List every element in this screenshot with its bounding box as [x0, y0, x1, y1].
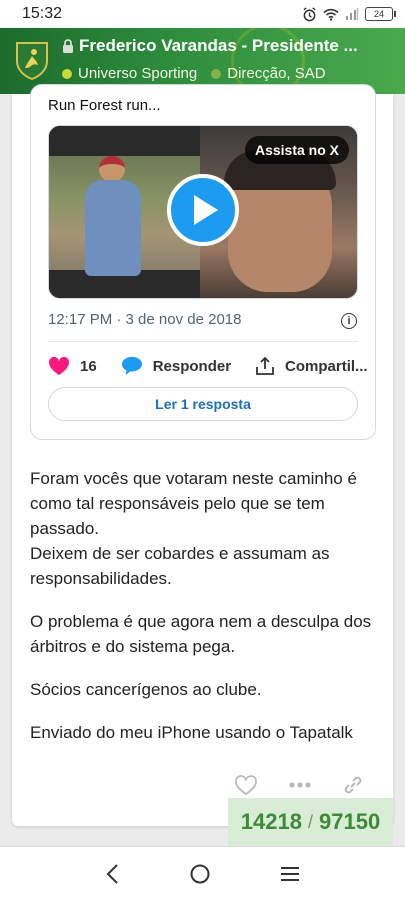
topic-title-row[interactable]: Frederico Varandas - Presidente ...: [62, 36, 397, 56]
status-bar: 15:32 24: [0, 0, 405, 28]
topic-breadcrumb: Universo Sporting Direcção, SAD: [62, 65, 326, 82]
wifi-icon: [323, 8, 339, 21]
alarm-icon: [303, 6, 316, 21]
club-logo-icon[interactable]: [14, 40, 50, 80]
home-icon[interactable]: [189, 863, 211, 885]
share-action[interactable]: Compartil...: [255, 356, 368, 376]
counter-current: 14218: [240, 809, 302, 834]
tweet-divider: [48, 341, 358, 342]
like-count: 16: [80, 357, 97, 375]
topic-title: Frederico Varandas - Presidente ...: [79, 36, 358, 55]
back-icon[interactable]: [104, 863, 122, 885]
system-nav-bar: [0, 846, 405, 900]
post-counter[interactable]: 14218 / 97150: [228, 798, 393, 846]
share-icon: [256, 356, 274, 375]
subforum-dot: [62, 68, 72, 79]
play-button[interactable]: [167, 174, 239, 246]
heart-icon: [48, 356, 70, 376]
speech-bubble-icon: [121, 356, 142, 376]
category-link[interactable]: Direcção, SAD: [227, 65, 325, 82]
counter-total: 97150: [319, 809, 381, 834]
status-icons: 24: [302, 6, 396, 22]
info-icon[interactable]: i: [341, 313, 357, 329]
lock-icon: [63, 39, 73, 53]
battery-icon: 24: [365, 7, 396, 21]
post-paragraph: Foram vocês que votaram neste caminho é …: [30, 469, 357, 588]
post-paragraph: O problema é que agora nem a desculpa do…: [30, 612, 372, 656]
reply-label: Responder: [152, 357, 232, 375]
tweet-timestamp[interactable]: 12:17 PM · 3 de nov de 2018: [48, 311, 241, 328]
menu-icon[interactable]: [279, 865, 301, 883]
post-body: Foram vocês que votaram neste caminho é …: [30, 466, 382, 763]
tweet-actions: 16 Responder Compartil...: [48, 353, 368, 379]
status-time: 15:32: [22, 5, 63, 22]
like-action[interactable]: 16: [48, 356, 97, 376]
share-label: Compartil...: [285, 357, 368, 375]
post-paragraph: Sócios cancerígenos ao clube.: [30, 680, 262, 699]
category-dot: [211, 68, 222, 79]
heart-outline-icon[interactable]: [234, 774, 258, 796]
subforum-link[interactable]: Universo Sporting: [78, 65, 197, 82]
post-signature: Enviado do meu iPhone usando o Tapatalk: [30, 723, 353, 742]
battery-level: 24: [373, 9, 384, 19]
signal-icon: [346, 8, 359, 20]
more-icon[interactable]: [288, 781, 312, 789]
tweet-text: Run Forest run...: [48, 97, 161, 114]
watch-on-x-button[interactable]: Assista no X: [244, 136, 349, 164]
tweet-video[interactable]: Assista no X: [48, 125, 358, 299]
post-actions: [234, 774, 364, 796]
link-icon[interactable]: [342, 774, 364, 796]
reply-action[interactable]: Responder: [121, 356, 231, 376]
read-replies-button[interactable]: Ler 1 resposta: [48, 387, 358, 421]
embedded-tweet[interactable]: Run Forest run... Assista no X 12:17 PM …: [30, 84, 376, 440]
counter-separator: /: [307, 811, 313, 832]
post-card: Run Forest run... Assista no X 12:17 PM …: [12, 84, 393, 826]
